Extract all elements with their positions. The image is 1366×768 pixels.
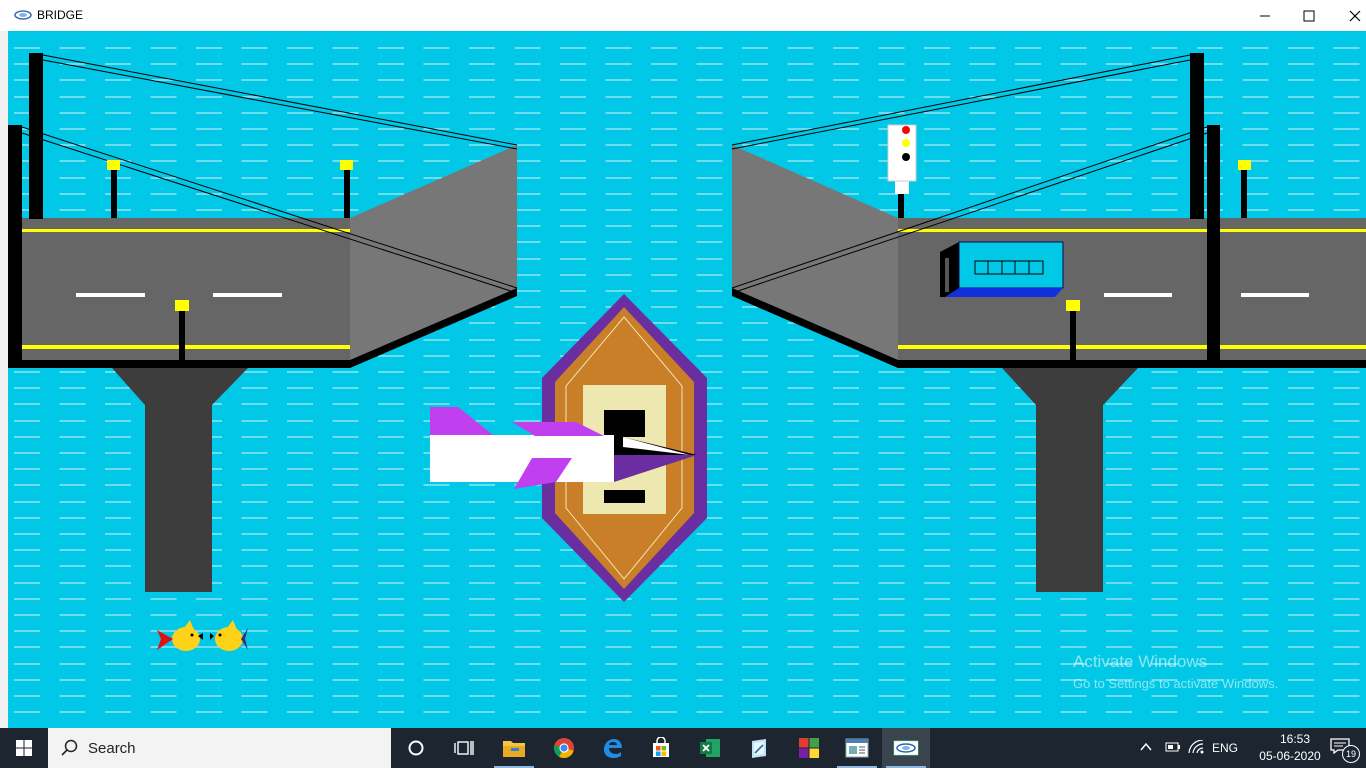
minimize-icon: [1260, 15, 1270, 16]
left-cable: [42, 54, 518, 146]
clock-time[interactable]: 16:53: [1265, 732, 1325, 746]
street-lamp: [340, 160, 353, 218]
street-lamp: [107, 160, 120, 218]
search-input[interactable]: Search: [48, 728, 391, 768]
battery-icon[interactable]: [1165, 742, 1181, 752]
edge-icon: [604, 739, 622, 758]
maximize-icon: [1303, 10, 1315, 21]
left-road-bottom-edge: [8, 360, 350, 368]
right-road-yellow-bottom: [898, 345, 1366, 349]
left-road-yellow-top: [22, 229, 350, 232]
street-lamp: [1238, 160, 1251, 218]
start-button[interactable]: [0, 728, 48, 768]
yellow-light: [902, 139, 910, 147]
excel-icon: [700, 739, 720, 757]
notification-badge: 19: [1342, 745, 1360, 763]
task-view-button[interactable]: [440, 728, 488, 768]
left-lane-dash: [76, 293, 145, 297]
chrome-icon: [553, 738, 574, 759]
right-lane-dash: [1104, 293, 1172, 297]
left-pillar-head: [112, 368, 248, 592]
minimize-button[interactable]: [1242, 0, 1288, 31]
title-bar[interactable]: BRIDGE: [0, 0, 1366, 32]
right-road-yellow-top: [898, 229, 1366, 232]
bridge-scene: [8, 47, 1366, 713]
left-bridge: [8, 53, 518, 592]
right-tower-outer: [1207, 125, 1220, 368]
right-pillar-head: [1002, 368, 1138, 592]
drawing-canvas: [8, 31, 1366, 728]
store-button[interactable]: [637, 728, 685, 768]
left-road: [22, 218, 350, 360]
wifi-icon[interactable]: [1188, 740, 1204, 754]
notepad-button[interactable]: [735, 728, 783, 768]
fish: [210, 620, 248, 651]
right-lane-dash: [1241, 293, 1309, 297]
left-cable: [42, 59, 518, 150]
edge-button[interactable]: [588, 728, 636, 768]
close-button[interactable]: [1332, 0, 1366, 31]
maximize-button[interactable]: [1286, 0, 1332, 31]
fish: [157, 620, 203, 651]
notepad-icon: [752, 739, 766, 758]
app-icon: [14, 10, 32, 20]
language-indicator[interactable]: ENG: [1212, 741, 1238, 755]
bridge-app-icon: [893, 740, 919, 756]
windows-logo-icon: [16, 740, 32, 756]
close-icon: [1349, 10, 1361, 21]
search-placeholder: Search: [88, 739, 136, 757]
file-explorer-button[interactable]: [490, 728, 538, 768]
taskbar: Search ENG 16:53 05-06-2020 19: [0, 728, 1366, 768]
right-road-bottom-edge: [898, 360, 1366, 368]
right-cable: [731, 54, 1191, 146]
office-button[interactable]: [785, 728, 833, 768]
search-icon: [61, 739, 78, 756]
notification-button[interactable]: 19: [1322, 728, 1366, 768]
chevron-up-icon[interactable]: [1140, 742, 1152, 752]
office-icon: [799, 738, 819, 758]
excel-button[interactable]: [686, 728, 734, 768]
traffic-light: [887, 124, 917, 218]
right-cable: [731, 59, 1191, 150]
chrome-button[interactable]: [540, 728, 588, 768]
store-icon: [653, 737, 669, 757]
bus: [940, 241, 1064, 297]
notification-count: 19: [1345, 749, 1356, 759]
editor-button[interactable]: [833, 728, 881, 768]
activation-watermark: Activate Windows Go to Settings to activ…: [1073, 652, 1278, 691]
cortana-icon: [408, 740, 424, 756]
cortana-button[interactable]: [392, 728, 440, 768]
editor-window-icon: [845, 738, 869, 758]
watermark-subtitle[interactable]: Go to Settings to activate Windows.: [1073, 676, 1278, 691]
left-lane-dash: [213, 293, 282, 297]
window-title: BRIDGE: [37, 8, 84, 22]
folder-icon: [503, 741, 525, 757]
right-bridge: [731, 53, 1366, 592]
left-tower-outer: [8, 125, 22, 368]
app-window: BRIDGE Activate Windows Go to Settings t…: [0, 0, 1366, 728]
left-road-yellow-bottom: [22, 345, 350, 349]
green-light-off: [902, 153, 910, 161]
watermark-title: Activate Windows: [1073, 652, 1208, 671]
task-view-icon: [454, 741, 474, 755]
clock-date[interactable]: 05-06-2020: [1250, 749, 1330, 763]
bridge-app-button[interactable]: [882, 728, 930, 768]
red-light: [902, 126, 910, 134]
